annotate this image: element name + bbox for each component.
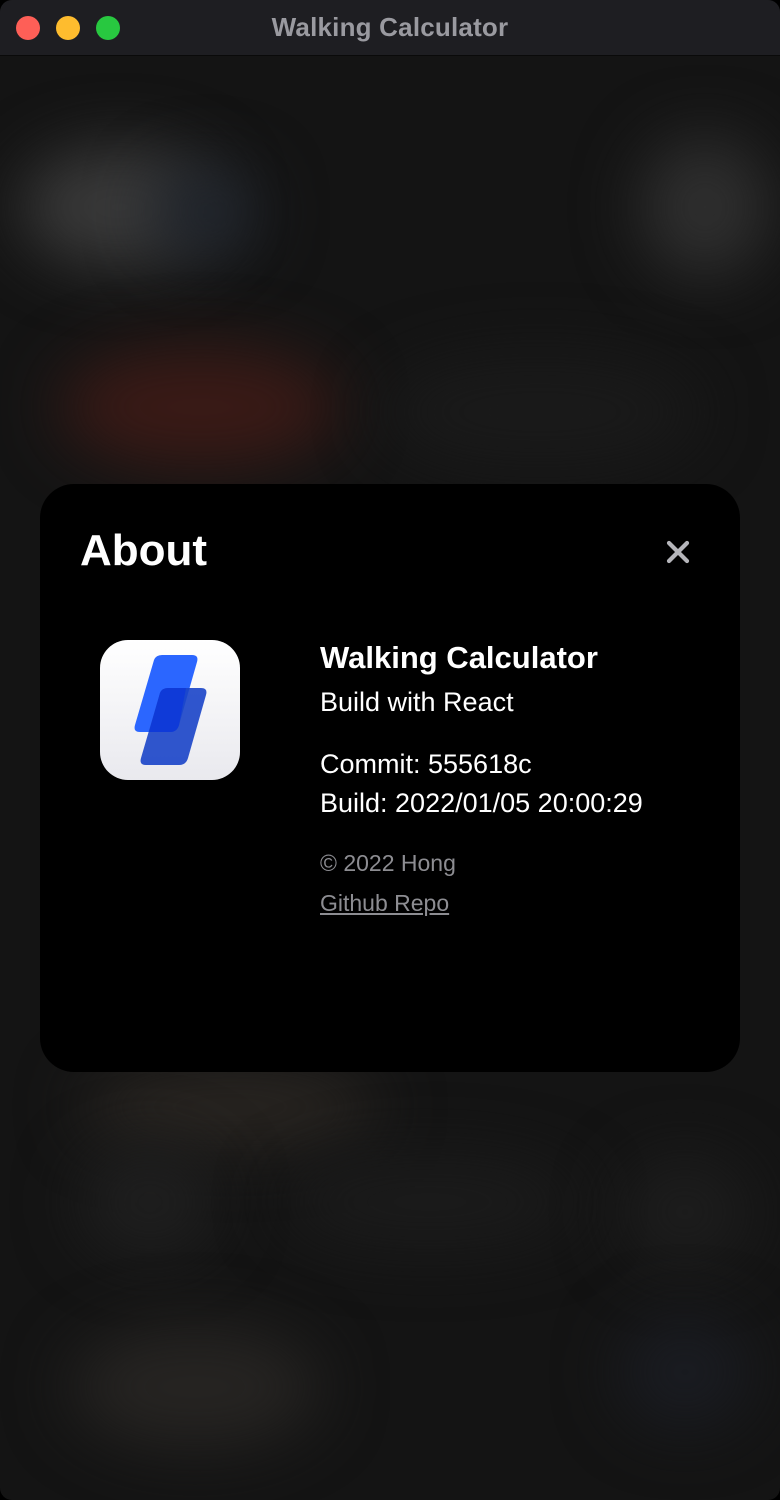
build-timestamp: Build: 2022/01/05 20:00:29: [320, 788, 643, 818]
copyright-text: © 2022 Hong: [320, 850, 456, 876]
title-bar[interactable]: Walking Calculator: [0, 0, 780, 56]
app-info: Walking Calculator Build with React Comm…: [320, 638, 700, 918]
dialog-title: About: [80, 526, 208, 575]
app-window: Walking Calculator About Walking Calcula…: [0, 0, 780, 1500]
about-dialog: About Walking Calculator Build with Reac…: [40, 484, 740, 1072]
commit-hash: Commit: 555618c: [320, 749, 532, 779]
app-name: Walking Calculator: [320, 640, 598, 675]
app-icon: [100, 640, 240, 780]
github-repo-link[interactable]: Github Repo: [320, 888, 449, 918]
app-tagline: Build with React: [320, 687, 514, 717]
close-icon: [666, 540, 690, 564]
window-title: Walking Calculator: [271, 12, 509, 42]
app-logo-icon: [134, 655, 207, 765]
close-button[interactable]: [658, 532, 698, 572]
